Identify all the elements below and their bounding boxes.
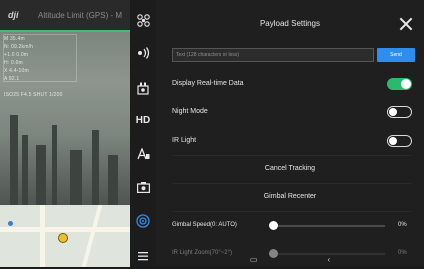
system-nav-bar: ▭ ‹ (156, 252, 424, 267)
fan-icon[interactable] (130, 7, 156, 33)
ir-light-label: IR Light (172, 137, 197, 144)
telemetry-line: ISO25 F4.5 SHUT 1/200 (4, 92, 63, 98)
payload-icon[interactable] (130, 75, 156, 101)
telemetry-line: M 35.4m (4, 36, 25, 42)
close-icon[interactable] (399, 17, 413, 31)
telemetry-overlay: M 35.4m N: 09.2km/h +1.0 0.0m H: 0.6m X … (4, 36, 74, 100)
map-road (40, 205, 45, 267)
gimbal-recenter-button[interactable]: Gimbal Recenter (156, 193, 424, 200)
toggle-knob (401, 79, 411, 89)
dji-logo: dji (8, 10, 19, 20)
telemetry-line: +1.0 0.0m (4, 52, 29, 58)
flight-status-text[interactable]: Altitude Limit (GPS) - M (38, 11, 122, 20)
divider (172, 211, 412, 212)
telemetry-line: H: 0.6m (4, 60, 23, 66)
night-mode-label: Night Mode (172, 108, 208, 115)
building (10, 115, 18, 205)
panel-title: Payload Settings (259, 19, 321, 28)
home-point-icon (8, 221, 13, 226)
mini-map[interactable] (0, 205, 130, 267)
map-road (0, 227, 130, 232)
cancel-tracking-button[interactable]: Cancel Tracking (156, 165, 424, 172)
telemetry-line: A 92.1 (4, 76, 20, 82)
more-icon[interactable] (130, 243, 156, 269)
divider (172, 183, 412, 184)
back-nav-icon[interactable]: ‹ (327, 255, 330, 264)
telemetry-line (4, 84, 74, 90)
aircraft-marker-icon (58, 233, 68, 243)
camera-view[interactable]: M 35.4m N: 09.2km/h +1.0 0.0m H: 0.6m X … (0, 30, 130, 205)
signal-bar (0, 30, 130, 32)
realtime-data-toggle[interactable] (387, 78, 412, 90)
building (36, 145, 46, 205)
camera-icon[interactable] (130, 174, 156, 200)
telemetry-line: X 4.4-10m (4, 68, 29, 74)
building (70, 150, 82, 205)
night-mode-toggle[interactable] (387, 106, 412, 118)
building (22, 135, 28, 205)
gimbal-speed-slider-knob[interactable] (269, 221, 278, 230)
home-nav-icon[interactable]: ▭ (250, 255, 258, 264)
ir-light-toggle[interactable] (387, 135, 412, 147)
payload-settings-panel: Payload Settings Send Display Real-time … (156, 0, 424, 267)
broadcast-icon[interactable] (130, 40, 156, 66)
telemetry-line: N: 09.2km/h (4, 44, 34, 50)
map-road (81, 205, 103, 267)
gimbal-speed-slider[interactable] (271, 225, 385, 227)
gimbal-speed-label: Gimbal Speed(0: AUTO) (172, 222, 237, 228)
target-icon[interactable] (130, 208, 156, 234)
top-status-bar: dji Altitude Limit (GPS) - M (0, 0, 130, 30)
realtime-data-label: Display Real-time Data (172, 80, 244, 87)
send-button[interactable]: Send (377, 48, 415, 62)
side-toolbar: HD (130, 0, 156, 267)
divider (172, 155, 412, 156)
building (108, 155, 118, 205)
hd-icon[interactable]: HD (130, 107, 156, 133)
toggle-knob (388, 136, 397, 145)
toggle-knob (388, 107, 397, 116)
text-icon[interactable] (130, 141, 156, 167)
building (52, 125, 57, 205)
building (92, 130, 99, 205)
broadcast-text-input[interactable] (172, 48, 374, 62)
gimbal-speed-value: 0% (398, 222, 407, 228)
